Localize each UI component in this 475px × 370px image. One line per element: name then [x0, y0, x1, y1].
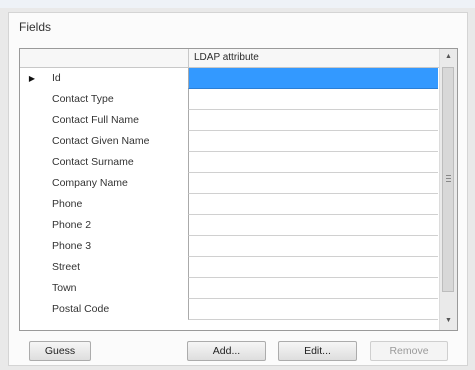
- edit-button[interactable]: Edit...: [278, 341, 357, 361]
- field-name: Phone 2: [52, 219, 92, 231]
- ldap-attribute-cell[interactable]: [188, 131, 438, 152]
- ldap-attribute-cell[interactable]: [188, 89, 438, 110]
- table-row[interactable]: Contact Surname: [20, 152, 439, 173]
- field-name: Town: [52, 282, 77, 294]
- guess-button[interactable]: Guess: [29, 341, 91, 361]
- table-row[interactable]: Phone: [20, 194, 439, 215]
- field-name: Contact Type: [52, 93, 114, 105]
- fields-grid[interactable]: LDAP attribute ▶ Id Contact Type Contact Fu…: [19, 48, 458, 331]
- field-name: Id: [52, 72, 61, 84]
- row-header[interactable]: [20, 215, 44, 236]
- field-name: Phone: [52, 198, 83, 210]
- table-row[interactable]: Street: [20, 257, 439, 278]
- row-header[interactable]: [20, 278, 44, 299]
- ldap-attribute-cell[interactable]: [188, 215, 438, 236]
- field-name: Company Name: [52, 177, 128, 189]
- add-button[interactable]: Add...: [187, 341, 266, 361]
- field-name: Street: [52, 261, 81, 273]
- scroll-up-arrow-icon[interactable]: ▲: [440, 50, 457, 64]
- ldap-attribute-cell[interactable]: [188, 68, 438, 89]
- scroll-thumb[interactable]: [442, 67, 454, 292]
- row-header[interactable]: [20, 152, 44, 173]
- table-row[interactable]: Contact Full Name: [20, 110, 439, 131]
- fields-group-label: Fields: [19, 20, 52, 34]
- ldap-attribute-cell[interactable]: [188, 278, 438, 299]
- field-name: Contact Given Name: [52, 135, 150, 147]
- ldap-attribute-cell[interactable]: [188, 173, 438, 194]
- scroll-down-arrow-icon[interactable]: ▼: [440, 314, 457, 328]
- table-row[interactable]: ▶ Id: [20, 68, 439, 89]
- table-row[interactable]: Postal Code: [20, 299, 439, 320]
- row-header[interactable]: [20, 131, 44, 152]
- ldap-attribute-cell[interactable]: [188, 152, 438, 173]
- table-row[interactable]: Contact Given Name: [20, 131, 439, 152]
- ldap-attribute-cell[interactable]: [188, 194, 438, 215]
- ldap-attribute-cell[interactable]: [188, 299, 438, 320]
- field-name: Contact Full Name: [52, 114, 139, 126]
- row-header[interactable]: [20, 299, 44, 320]
- row-header[interactable]: [20, 194, 44, 215]
- ldap-attribute-cell[interactable]: [188, 236, 438, 257]
- top-bar: [0, 0, 475, 8]
- grid-header: LDAP attribute: [20, 49, 439, 68]
- ldap-attribute-cell[interactable]: [188, 110, 438, 131]
- current-row-marker-icon[interactable]: ▶: [20, 68, 44, 89]
- ldap-attribute-cell[interactable]: [188, 257, 438, 278]
- column-header-ldap-attribute[interactable]: LDAP attribute: [188, 49, 438, 67]
- field-name: Contact Surname: [52, 156, 134, 168]
- table-row[interactable]: Company Name: [20, 173, 439, 194]
- remove-button: Remove: [370, 341, 448, 361]
- table-row[interactable]: Phone 3: [20, 236, 439, 257]
- row-header[interactable]: [20, 236, 44, 257]
- row-header[interactable]: [20, 89, 44, 110]
- row-header[interactable]: [20, 173, 44, 194]
- table-row[interactable]: Town: [20, 278, 439, 299]
- table-row[interactable]: Phone 2: [20, 215, 439, 236]
- table-row[interactable]: Contact Type: [20, 89, 439, 110]
- field-name: Postal Code: [52, 303, 110, 315]
- vertical-scrollbar[interactable]: ▲ ▼: [439, 49, 457, 330]
- field-name: Phone 3: [52, 240, 92, 252]
- row-header[interactable]: [20, 257, 44, 278]
- row-header[interactable]: [20, 110, 44, 131]
